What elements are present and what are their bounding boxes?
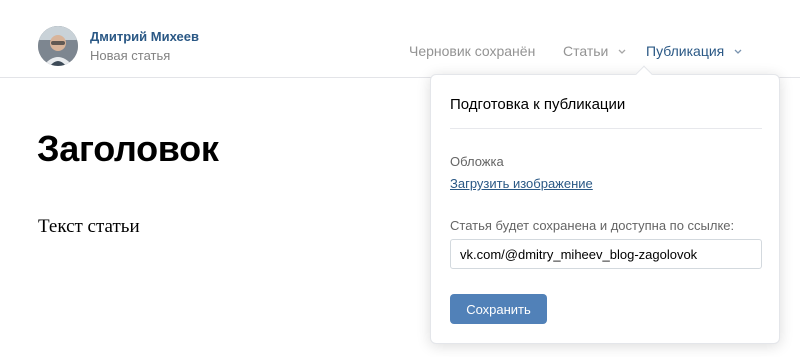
- user-avatar-icon: [38, 26, 78, 66]
- article-title[interactable]: Заголовок: [37, 128, 219, 170]
- popup-divider: [450, 128, 762, 129]
- popup-title: Подготовка к публикации: [450, 96, 626, 113]
- save-button[interactable]: Сохранить: [450, 294, 547, 324]
- article-url-input[interactable]: [450, 239, 762, 269]
- author-name[interactable]: Дмитрий Михеев: [90, 29, 199, 44]
- article-url-label: Статья будет сохранена и доступна по ссы…: [450, 218, 735, 233]
- article-status-subtitle: Новая статья: [90, 48, 171, 63]
- publish-menu[interactable]: Публикация: [646, 43, 742, 59]
- chevron-down-icon: [734, 49, 742, 54]
- articles-menu-label: Статьи: [563, 43, 609, 59]
- publish-menu-label: Публикация: [646, 43, 725, 59]
- author-avatar[interactable]: [38, 26, 78, 66]
- publish-popup: Подготовка к публикации Обложка Загрузит…: [430, 74, 780, 344]
- chevron-down-icon: [618, 49, 626, 54]
- article-body[interactable]: Текст статьи: [38, 216, 140, 238]
- articles-menu[interactable]: Статьи: [563, 43, 626, 59]
- article-editor-page: Дмитрий Михеев Новая статья Черновик сох…: [0, 0, 800, 357]
- cover-label: Обложка: [450, 154, 504, 169]
- draft-saved-status: Черновик сохранён: [409, 43, 536, 59]
- upload-image-link[interactable]: Загрузить изображение: [450, 176, 593, 191]
- editor-header: Дмитрий Михеев Новая статья Черновик сох…: [0, 0, 800, 78]
